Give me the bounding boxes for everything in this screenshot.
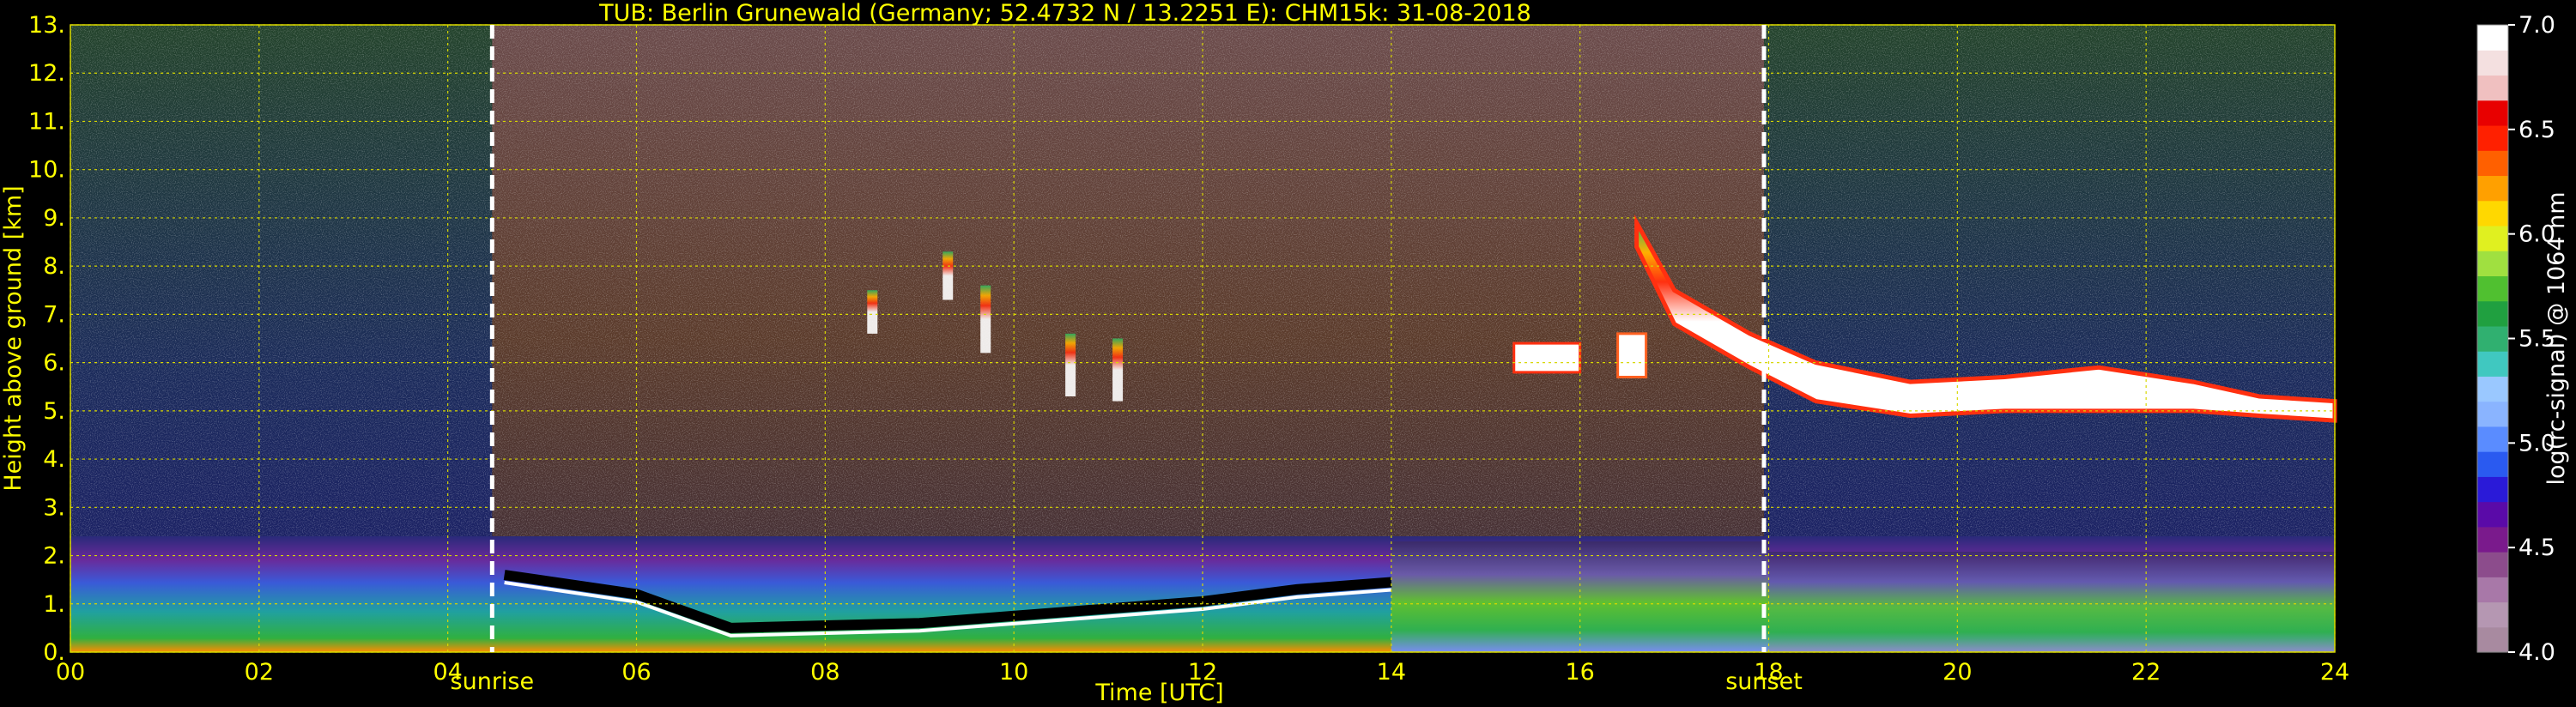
- colorbar-segment: [2477, 50, 2508, 76]
- sunrise-label: sunrise: [451, 668, 535, 695]
- cloud-patch: [1512, 341, 1582, 374]
- colorbar-segment: [2477, 526, 2508, 553]
- lidar-chart: 00 02 04 06 08 10 12 14 16 18 20 22 240.1.2.3.4.5.6.…: [0, 0, 2570, 706]
- y-tick-label: 5.: [43, 398, 65, 425]
- colorbar-segment: [2477, 501, 2508, 528]
- colorbar-segment: [2477, 577, 2508, 603]
- cirrus-streak: [867, 290, 878, 334]
- x-tick-label: 16: [1565, 659, 1594, 686]
- colorbar-tick-label: 6.5: [2518, 117, 2555, 143]
- cirrus-streak: [1112, 338, 1124, 402]
- colorbar-segment: [2477, 601, 2508, 628]
- y-tick-label: 12.: [28, 60, 65, 87]
- x-tick-label: 20: [1943, 659, 1972, 686]
- x-tick-label: 08: [810, 659, 839, 686]
- y-tick-label: 11.: [28, 108, 65, 135]
- colorbar-segment: [2477, 476, 2508, 503]
- y-tick-label: 13.: [28, 12, 65, 39]
- colorbar-label: log(rc-signal) @ 1064 nm: [2543, 191, 2570, 485]
- colorbar-segment: [2477, 75, 2508, 101]
- colorbar-segment: [2477, 376, 2508, 402]
- y-tick-label: 6.: [43, 350, 65, 377]
- colorbar-segment: [2477, 150, 2508, 177]
- colorbar-segment: [2477, 552, 2508, 577]
- cirrus-streak: [1065, 333, 1076, 396]
- colorbar-segment: [2477, 426, 2508, 452]
- y-tick-label: 9.: [43, 205, 65, 232]
- x-axis-label: Time [UTC]: [1094, 680, 1223, 706]
- colorbar-segment: [2477, 325, 2508, 352]
- sunset-label: sunset: [1725, 668, 1803, 695]
- x-tick-label: 10: [999, 659, 1028, 686]
- chart-title: TUB: Berlin Grunewald (Germany; 52.4732 …: [598, 0, 1531, 27]
- cirrus-streak: [980, 285, 991, 354]
- y-tick-label: 1.: [43, 591, 65, 618]
- x-tick-label: 02: [245, 659, 274, 686]
- y-tick-label: 2.: [43, 543, 65, 570]
- colorbar-segment: [2477, 124, 2508, 151]
- colorbar-segment: [2477, 300, 2508, 327]
- colorbar-segment: [2477, 100, 2508, 126]
- y-tick-label: 10.: [28, 157, 65, 184]
- y-tick-label: 4.: [43, 446, 65, 473]
- x-tick-label: 22: [2131, 659, 2161, 686]
- colorbar-segment: [2477, 225, 2508, 251]
- colorbar-segment: [2477, 25, 2508, 51]
- colorbar-segment: [2477, 626, 2508, 653]
- y-tick-label: 7.: [43, 301, 65, 328]
- colorbar-segment: [2477, 351, 2508, 377]
- y-tick-label: 0.: [43, 639, 65, 666]
- colorbar-segment: [2477, 401, 2508, 427]
- y-tick-label: 8.: [43, 253, 65, 280]
- x-tick-label: 14: [1377, 659, 1406, 686]
- colorbar-segment: [2477, 200, 2508, 227]
- colorbar-tick-label: 4.0: [2518, 639, 2555, 666]
- y-tick-label: 3.: [43, 494, 65, 521]
- colorbar-segment: [2477, 175, 2508, 202]
- colorbar-segment: [2477, 251, 2508, 276]
- cloud-patch: [1616, 332, 1648, 378]
- colorbar-tick-label: 7.0: [2518, 12, 2555, 39]
- y-axis-label: Height above ground [km]: [0, 185, 27, 491]
- colorbar-tick-label: 4.5: [2518, 535, 2555, 561]
- colorbar-segment: [2477, 275, 2508, 302]
- x-tick-label: 24: [2320, 659, 2349, 686]
- cirrus-streak: [943, 251, 954, 300]
- x-tick-label: 06: [621, 659, 651, 686]
- aerosol-layer-evening: [1768, 552, 2335, 652]
- colorbar-segment: [2477, 451, 2508, 477]
